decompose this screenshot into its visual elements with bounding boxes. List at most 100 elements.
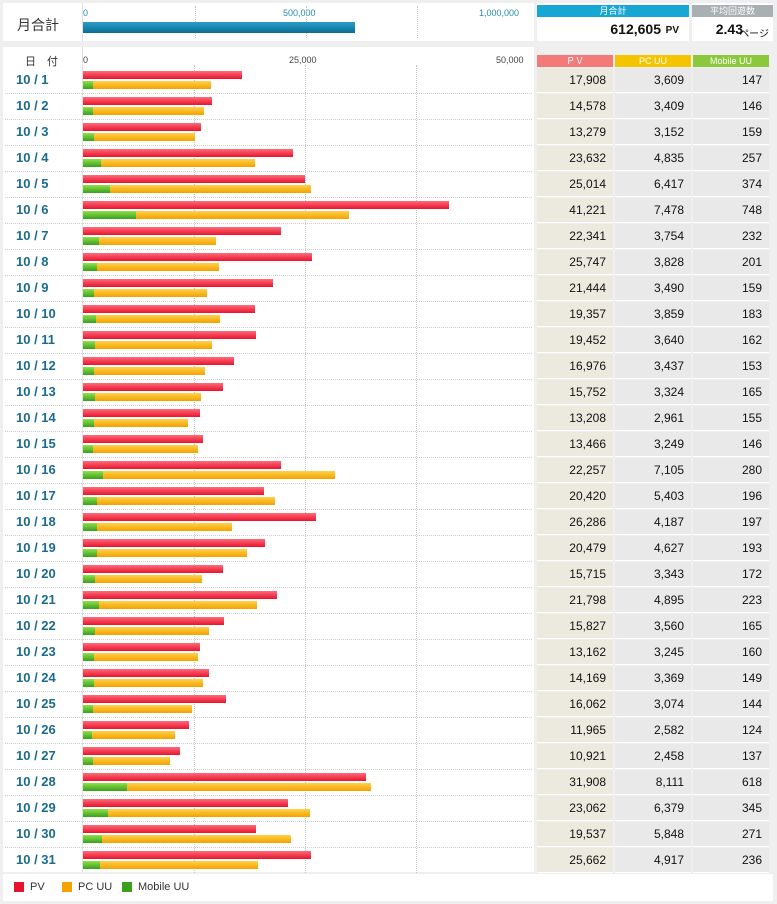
total-axis-tick-0: 0 (83, 8, 89, 18)
pcuu-cell: 3,369 (615, 666, 691, 691)
row-divider (5, 535, 532, 536)
mobile-uu-bar (83, 263, 98, 271)
pv-bar (83, 123, 201, 131)
pv-cell: 16,062 (537, 692, 613, 717)
mobile-cell: 236 (693, 848, 769, 873)
row-divider (5, 613, 532, 614)
date-label: 10 / 18 (16, 514, 56, 529)
pv-cell: 13,162 (537, 640, 613, 665)
mobile-cell: 146 (693, 432, 769, 457)
pv-bar (83, 565, 223, 573)
mobile-uu-bar (83, 601, 99, 609)
pcuu-cell: 3,249 (615, 432, 691, 457)
pv-cell: 13,279 (537, 120, 613, 145)
row-divider (5, 223, 532, 224)
pc-uu-bar (94, 289, 207, 297)
mobile-uu-bar (83, 653, 95, 661)
mobile-uu-bar (83, 315, 96, 323)
total-axis-tick-1: 500,000 (283, 8, 316, 18)
pc-uu-bar (96, 497, 275, 505)
pcuu-cell: 3,152 (615, 120, 691, 145)
mobile-cell: 232 (693, 224, 769, 249)
pc-uu-bar (136, 211, 349, 219)
pv-total-value: 612,605 (610, 21, 661, 37)
pcuu-cell: 4,627 (615, 536, 691, 561)
date-label: 10 / 12 (16, 358, 56, 373)
mobile-uu-bar (83, 835, 103, 843)
pv-bar (83, 591, 277, 599)
mobile-cell: 162 (693, 328, 769, 353)
pv-bar (83, 851, 311, 859)
mobile-uu-bar (83, 341, 95, 349)
mobile-cell: 147 (693, 68, 769, 93)
pv-bar (83, 643, 200, 651)
mobile-uu-bar (83, 523, 97, 531)
total-grid-line (417, 6, 418, 38)
date-label: 10 / 20 (16, 566, 56, 581)
pv-cell: 31,908 (537, 770, 613, 795)
date-label: 10 / 6 (16, 202, 49, 217)
mobile-cell: 144 (693, 692, 769, 717)
pc-uu-bar (96, 315, 221, 323)
pc-uu-bar (97, 263, 219, 271)
mobile-column-header: Mobile UU (693, 55, 769, 67)
pc-uu-bar (94, 393, 202, 401)
mobile-cell: 618 (693, 770, 769, 795)
pcuu-cell: 6,379 (615, 796, 691, 821)
daily-chart-panel: 日 付 0 25,000 50,000 10 / 1 10 / 2 10 / 3 10… (3, 47, 534, 873)
date-label: 10 / 30 (16, 826, 56, 841)
mobile-uu-bar (83, 133, 95, 141)
mobile-uu-bar (83, 757, 93, 765)
row-divider (5, 301, 532, 302)
date-label: 10 / 8 (16, 254, 49, 269)
pv-bar (83, 409, 201, 417)
pc-uu-bar (93, 107, 205, 115)
mobile-uu-bar (83, 679, 94, 687)
pcuu-cell: 3,409 (615, 94, 691, 119)
pc-uu-bar (126, 783, 372, 791)
mobile-cell: 374 (693, 172, 769, 197)
mobile-cell: 160 (693, 640, 769, 665)
pv-cell: 22,341 (537, 224, 613, 249)
row-divider (5, 457, 532, 458)
avg-pages-box: 平均回遊数 2.43 ページ (692, 3, 773, 41)
pc-uu-bar (99, 861, 258, 869)
date-label: 10 / 10 (16, 306, 56, 321)
row-divider (5, 119, 532, 120)
row-divider (5, 275, 532, 276)
row-divider (5, 561, 532, 562)
pv-cell: 41,221 (537, 198, 613, 223)
row-divider (5, 795, 532, 796)
pcuu-cell: 3,324 (615, 380, 691, 405)
row-divider (5, 327, 532, 328)
pv-cell: 25,747 (537, 250, 613, 275)
mobile-cell: 257 (693, 146, 769, 171)
pc-uu-bar (94, 627, 210, 635)
mobile-cell: 146 (693, 94, 769, 119)
pv-cell: 21,798 (537, 588, 613, 613)
mobile-uu-bar (83, 445, 94, 453)
row-divider (5, 197, 532, 198)
mobile-cell: 153 (693, 354, 769, 379)
mobile-uu-bar (83, 393, 95, 401)
row-divider (5, 743, 532, 744)
pcuu-cell: 3,245 (615, 640, 691, 665)
mobile-uu-bar (83, 237, 100, 245)
pv-cell: 26,286 (537, 510, 613, 535)
pv-bar (83, 331, 256, 339)
pv-bar (83, 617, 224, 625)
axis-tick-2: 50,000 (496, 55, 524, 65)
pv-bar (83, 825, 257, 833)
pcuu-cell: 5,403 (615, 484, 691, 509)
pv-total-title: 月合計 (537, 5, 689, 17)
pv-cell: 11,965 (537, 718, 613, 743)
date-label: 10 / 7 (16, 228, 49, 243)
mobile-cell: 280 (693, 458, 769, 483)
date-label: 10 / 21 (16, 592, 56, 607)
pcuu-column-header: PC UU (615, 55, 691, 67)
date-label: 10 / 31 (16, 852, 56, 867)
mobile-cell: 137 (693, 744, 769, 769)
row-divider (5, 665, 532, 666)
mobile-cell: 183 (693, 302, 769, 327)
pc-uu-bar (95, 575, 202, 583)
